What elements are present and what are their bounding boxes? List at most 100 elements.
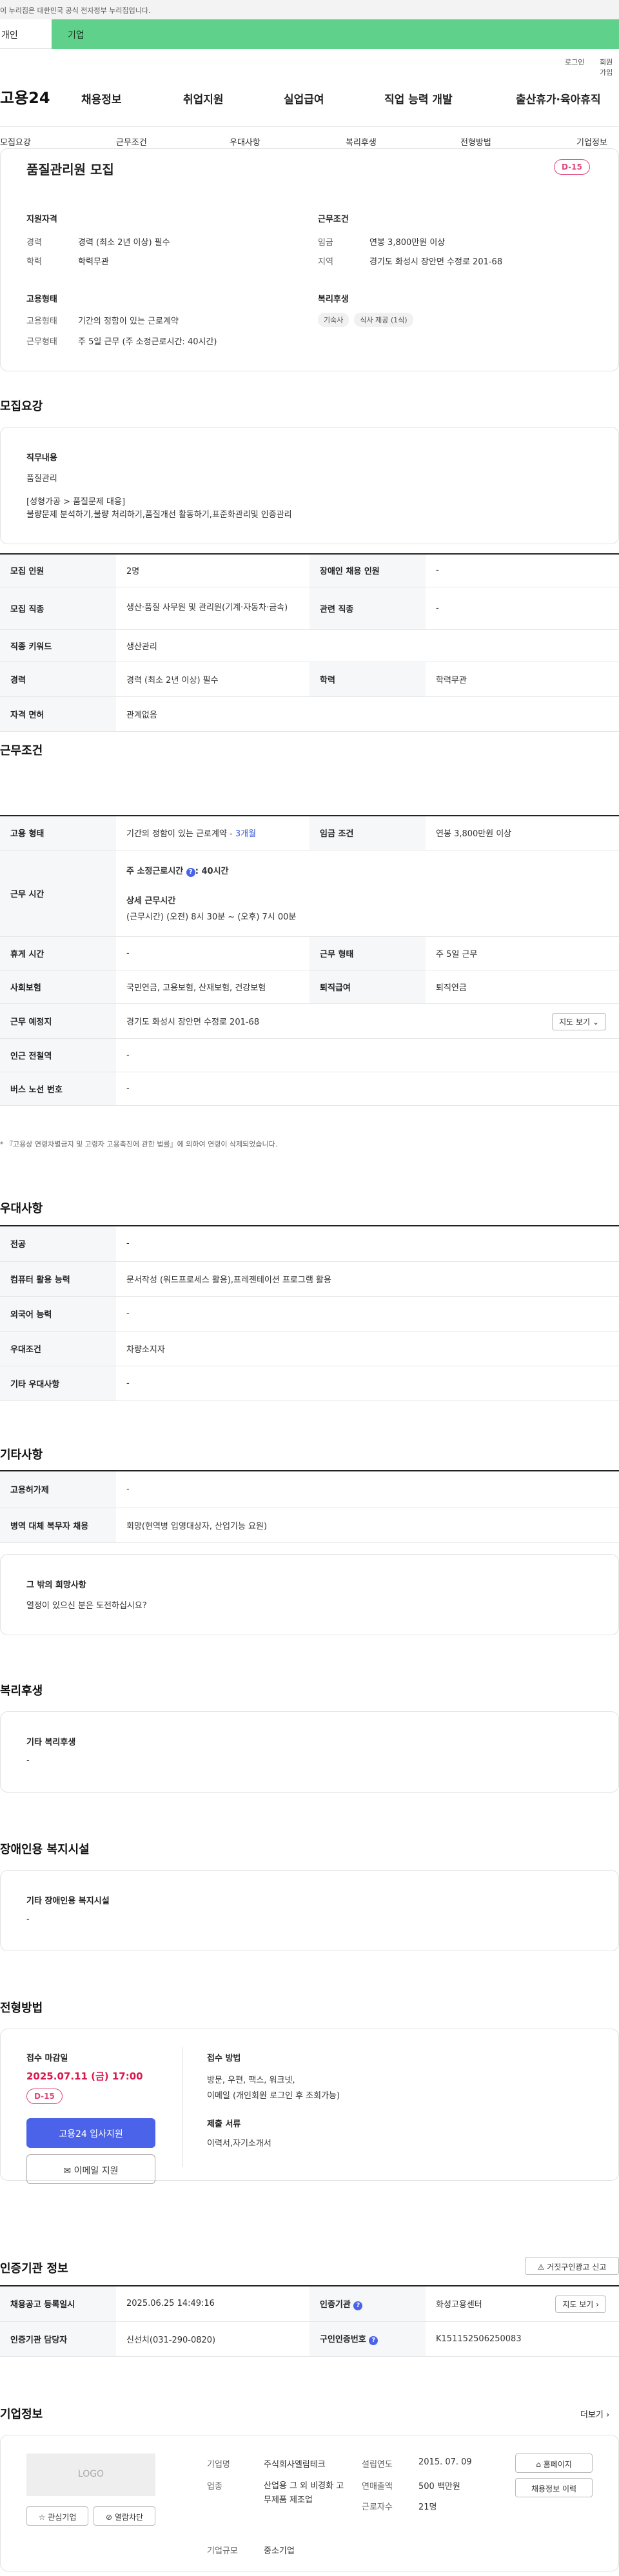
tab-company[interactable]: 기업 (52, 19, 619, 49)
cell-label: 장애인 채용 인원 (310, 555, 426, 587)
cell-value: - (116, 1366, 619, 1401)
dday-badge: D-15 (554, 159, 590, 175)
map-button[interactable]: 지도 보기 ⌄ (552, 1012, 606, 1030)
email-apply-label: 이메일 지원 (74, 2166, 119, 2176)
wish-text: 열정이 있으신 분은 도전하십시요? (26, 1601, 147, 1611)
table-row: 근무 예정지 경기도 화성시 장안면 수정로 201-68 지도 보기 ⌄ (0, 1003, 619, 1039)
cell-value: - (426, 555, 619, 587)
homepage-button[interactable]: ⌂ 홈페이지 (515, 2453, 593, 2473)
detail-hours-heading: 상세 근무시간 (126, 896, 176, 906)
job-history-button[interactable]: 채용정보 이력 (515, 2478, 593, 2497)
signup-link[interactable]: 회원가입 (600, 57, 619, 77)
cell-label: 인증기관 담당자 (0, 2321, 116, 2357)
block-view-button[interactable]: ⊘ 열람차단 (93, 2506, 155, 2526)
table-row: 사회보험 국민연금, 고용보험, 산재보험, 건강보험 퇴직급여 퇴직연금 (0, 970, 619, 1004)
cell-label: 채용공고 등록일시 (0, 2286, 116, 2322)
nav-recruit[interactable]: 모집요강 (0, 135, 31, 148)
nav-preference[interactable]: 우대사항 (230, 135, 260, 148)
table-row: 모집 직종 생산·품질 사무원 및 관리원(기계·자동차·금속) 관련 직종 - (0, 587, 619, 630)
nav-welfare[interactable]: 복리후생 (346, 135, 377, 148)
cell-label: 자격 면허 (0, 696, 116, 732)
mail-icon: ✉ (63, 2166, 72, 2176)
info-icon[interactable]: ? (369, 2336, 378, 2345)
company-card: LOGO ☆ 관심기업 ⊘ 열람차단 기업명 주식회사엘림테크 업종 산업용 그… (0, 2435, 619, 2571)
cell-value: 주 소정근로시간 ?: 40시간 상세 근무시간 (근무시간) (오전) 8시 … (116, 850, 619, 937)
table-row: 고용 형태 기간의 정함이 있는 근로계약 - 3개월 임금 조건 연봉 3,8… (0, 816, 619, 850)
recruit-table: 모집 인원 2명 장애인 채용 인원 - 모집 직종 생산·품질 사무원 및 관리원(기… (0, 555, 619, 732)
duty-heading: 직무내용 (26, 453, 57, 463)
method-heading: 접수 방법 (207, 2054, 241, 2063)
qualification-heading: 지원자격 (26, 215, 57, 224)
table-row: 근무 시간 주 소정근로시간 ?: 40시간 상세 근무시간 (근무시간) (오… (0, 850, 619, 937)
table-row: 전공 - (0, 1226, 619, 1262)
cell-label: 관련 직종 (310, 587, 426, 630)
age-notice: * 『고용상 연령차별금지 및 고령자 고용촉진에 관한 법률』에 의하여 연령… (0, 1140, 278, 1148)
duty-category: [성형가공 > 품질문제 대응] (26, 497, 126, 507)
table-row: 모집 인원 2명 장애인 채용 인원 - (0, 555, 619, 587)
welfare-chip: 기숙사 (318, 313, 349, 327)
cell-label: 인증기관 ? (310, 2286, 426, 2322)
cert-number-label: 구인인증번호 (320, 2335, 366, 2345)
region-label: 지역 (318, 257, 333, 267)
interest-company-button[interactable]: ☆ 관심기업 (26, 2506, 88, 2526)
cell-value: 차량소지자 (116, 1331, 619, 1366)
cell-value: 경기도 화성시 장안면 수정로 201-68 지도 보기 ⌄ (116, 1003, 619, 1039)
sales-value: 500 백만원 (418, 2482, 460, 2492)
chevron-down-icon: ⌄ (592, 1017, 599, 1027)
site-logo[interactable]: 고용24 (0, 85, 50, 108)
gnb-jobs[interactable]: 채용정보 (81, 90, 122, 106)
table-row: 경력 경력 (최소 2년 이상) 필수 학력 학력무관 (0, 662, 619, 697)
login-link[interactable]: 로그인 (565, 57, 584, 67)
disability-value: - (26, 1914, 30, 1924)
gnb-parental-leave[interactable]: 출산휴가·육아휴직 (516, 90, 601, 106)
table-row: 버스 노선 번호 - (0, 1072, 619, 1106)
company-more-link[interactable]: 더보기 › (580, 2408, 609, 2420)
table-row: 채용공고 등록일시 2025.06.25 14:49:16 인증기관 ? 화성고… (0, 2286, 619, 2322)
apply-button[interactable]: 고용24 입사지원 (26, 2118, 155, 2148)
career-value: 경력 (최소 2년 이상) 필수 (78, 238, 170, 248)
employment-heading: 고용형태 (26, 295, 57, 304)
contract-period-link[interactable]: 3개월 (235, 829, 256, 839)
duty-name: 품질관리 (26, 474, 57, 484)
company-heading: 기업정보 (0, 2408, 43, 2421)
job-title: 품질관리원 모집 (26, 162, 114, 177)
table-row: 기타 우대사항 - (0, 1366, 619, 1401)
wage-value: 연봉 3,800만원 이상 (369, 238, 446, 248)
wish-card: 그 밖의 희망사항 열정이 있으신 분은 도전하십시요? (0, 1554, 619, 1635)
email-apply-button[interactable]: ✉ 이메일 지원 (26, 2154, 155, 2184)
job-summary-card: 품질관리원 모집 D-15 지원자격 근무조건 경력 경력 (최소 2년 이상)… (0, 148, 619, 371)
company-name-value: 주식회사엘림테크 (264, 2460, 326, 2470)
gnb-vocational-training[interactable]: 직업 능력 개발 (384, 90, 453, 106)
staff-label: 근로자수 (362, 2502, 393, 2512)
table-row: 병역 대체 복무자 채용 회망(현역병 입영대상자, 산업기능 요원) (0, 1508, 619, 1543)
table-row: 인증기관 담당자 신선치(031-290-0820) 구인인증번호 ? K151… (0, 2321, 619, 2357)
gov-banner: 이 누리집은 대한민국 공식 전자정부 누리집입니다. (0, 0, 619, 19)
info-icon[interactable]: ? (353, 2301, 363, 2310)
welfare-section-heading: 복리후생 (0, 1684, 43, 1698)
agency-label: 인증기관 (320, 2299, 351, 2310)
cell-value: 문서작성 (워드프로세스 활용),프레젠테이션 프로그램 활용 (116, 1261, 619, 1297)
welfare-sub-heading: 기타 복리후생 (26, 1738, 76, 1747)
cell-value: - (116, 1226, 619, 1262)
welfare-value: - (26, 1756, 30, 1765)
report-button[interactable]: ⚠ 거짓구인광고 신고 (525, 2257, 619, 2275)
gnb-unemployment-benefit[interactable]: 실업급여 (284, 90, 324, 106)
education-value: 학력무관 (78, 257, 109, 267)
gnb-employment-support[interactable]: 취업지원 (183, 90, 224, 106)
agency-heading: 인증기관 정보 (0, 2262, 68, 2276)
info-icon[interactable]: ? (186, 868, 195, 877)
block-icon: ⊘ (105, 2513, 113, 2522)
agency-map-label: 지도 보기 (562, 2300, 594, 2309)
tab-personal[interactable]: 개인 (0, 19, 52, 49)
agency-map-button[interactable]: 지도 보기 › (555, 2296, 606, 2313)
nav-selection[interactable]: 전형방법 (460, 135, 491, 148)
nav-conditions[interactable]: 근무조건 (116, 135, 147, 148)
education-label: 학력 (26, 257, 42, 267)
deadline-value: 2025.07.11 (금) 17:00 (26, 2070, 143, 2082)
work-type-label: 근무형태 (26, 337, 57, 347)
divider (182, 2047, 183, 2167)
nav-company[interactable]: 기업정보 (576, 135, 607, 148)
cell-label: 전공 (0, 1226, 116, 1262)
disability-heading: 장애인용 복지시설 (0, 1843, 90, 1856)
cell-value: - (116, 1038, 619, 1072)
